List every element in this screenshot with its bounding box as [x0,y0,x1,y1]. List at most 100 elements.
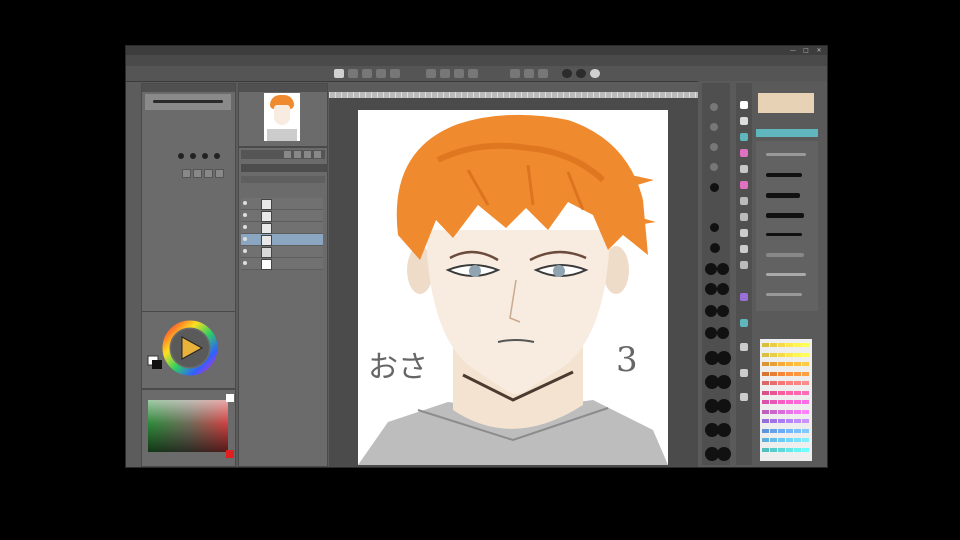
color-swatch[interactable] [802,447,809,452]
layer-tool-button[interactable] [313,150,322,159]
open-button[interactable] [348,69,358,78]
color-swatch[interactable] [802,409,809,414]
eyedropper-tool-icon[interactable] [740,369,748,377]
option-button[interactable] [204,169,213,178]
layer-item[interactable] [241,222,323,234]
color-swatch[interactable] [786,362,793,366]
color-swatch[interactable] [802,438,809,442]
color-swatch[interactable] [794,352,801,357]
color-swatch[interactable] [762,390,769,395]
color-swatch[interactable] [770,390,777,395]
color-swatch[interactable] [794,381,801,385]
color-swatch[interactable] [762,352,769,357]
brush-tool-icon[interactable] [740,133,748,141]
color-swatch[interactable] [786,400,793,404]
color-wheel-icon[interactable] [142,312,235,388]
color-swatch[interactable] [778,371,785,376]
color-swatch[interactable] [802,352,809,357]
dark-toggle-b[interactable] [576,69,586,78]
color-swatch[interactable] [778,447,785,452]
figure-tool-icon[interactable] [740,229,748,237]
color-swatch[interactable] [794,419,801,423]
color-swatch[interactable] [778,390,785,395]
brush-item[interactable] [760,249,812,260]
size-swatch[interactable] [717,283,729,295]
color-gradient-field[interactable] [148,400,228,452]
eye-icon[interactable] [243,213,247,217]
color-swatch[interactable] [770,409,777,414]
color-swatch[interactable] [802,428,809,433]
size-swatch[interactable] [705,305,717,317]
color-swatch[interactable] [786,428,793,433]
color-swatch[interactable] [786,419,793,423]
color-swatch[interactable] [762,409,769,414]
brush-item[interactable] [760,289,812,300]
color-swatch[interactable] [770,438,777,442]
size-swatch[interactable] [717,447,731,461]
layer-item[interactable] [241,246,323,258]
color-swatch[interactable] [786,390,793,395]
size-swatch[interactable] [710,223,719,232]
text-tool-icon[interactable] [740,245,748,253]
color-swatch[interactable] [802,343,809,347]
option-button[interactable] [182,169,191,178]
color-swatch[interactable] [794,447,801,452]
save-button[interactable] [362,69,372,78]
layer-tool-button[interactable] [303,150,312,159]
balloon-tool-icon[interactable] [740,261,748,269]
color-swatch[interactable] [786,381,793,385]
color-swatch[interactable] [794,343,801,347]
color-swatch[interactable] [762,343,769,347]
color-swatch[interactable] [778,352,785,357]
color-swatch[interactable] [762,419,769,423]
color-swatch[interactable] [794,371,801,376]
brush-item[interactable] [760,269,812,280]
layer-tool-button[interactable] [293,150,302,159]
color-swatch[interactable] [794,438,801,442]
color-swatch[interactable] [778,362,785,366]
color-swatch[interactable] [778,381,785,385]
color-swatch[interactable] [762,428,769,433]
pencil-tool-icon[interactable] [740,117,748,125]
color-swatch[interactable] [778,428,785,433]
color-swatch[interactable] [770,362,777,366]
size-swatch[interactable] [717,375,731,389]
size-swatch[interactable] [717,305,729,317]
color-swatch[interactable] [802,419,809,423]
color-history[interactable] [758,93,814,113]
color-corner-white[interactable] [226,394,234,402]
layer-item[interactable] [241,210,323,222]
color-swatch[interactable] [794,390,801,395]
size-swatch[interactable] [717,423,731,437]
blend-mode-select[interactable] [241,164,328,172]
color-swatch[interactable] [802,400,809,404]
eye-icon[interactable] [243,249,247,253]
brush-size-dot[interactable] [214,153,220,159]
close-button[interactable]: ✕ [814,46,824,55]
color-swatch[interactable] [770,447,777,452]
eye-icon[interactable] [243,225,247,229]
brush-size-dot[interactable] [202,153,208,159]
color-swatch[interactable] [770,371,777,376]
color-swatch[interactable] [802,371,809,376]
color-swatch[interactable] [778,400,785,404]
gradient-tool-icon[interactable] [740,213,748,221]
layer-item[interactable] [241,258,323,270]
transform-button[interactable] [440,69,450,78]
size-swatch[interactable] [717,327,729,339]
fill-tool-icon[interactable] [740,197,748,205]
layer-item-selected[interactable] [241,234,323,246]
select-button[interactable] [454,69,464,78]
drawing-canvas[interactable]: おさ 3 [358,110,668,465]
color-swatch[interactable] [762,438,769,442]
color-swatch[interactable] [794,362,801,366]
color-swatch[interactable] [770,343,777,347]
color-swatch[interactable] [770,428,777,433]
size-swatch[interactable] [710,103,718,111]
undo-button[interactable] [376,69,386,78]
option-button[interactable] [215,169,224,178]
color-swatch[interactable] [794,400,801,404]
color-swatch[interactable] [794,409,801,414]
layer-item[interactable] [241,198,323,210]
color-swatch[interactable] [762,381,769,385]
